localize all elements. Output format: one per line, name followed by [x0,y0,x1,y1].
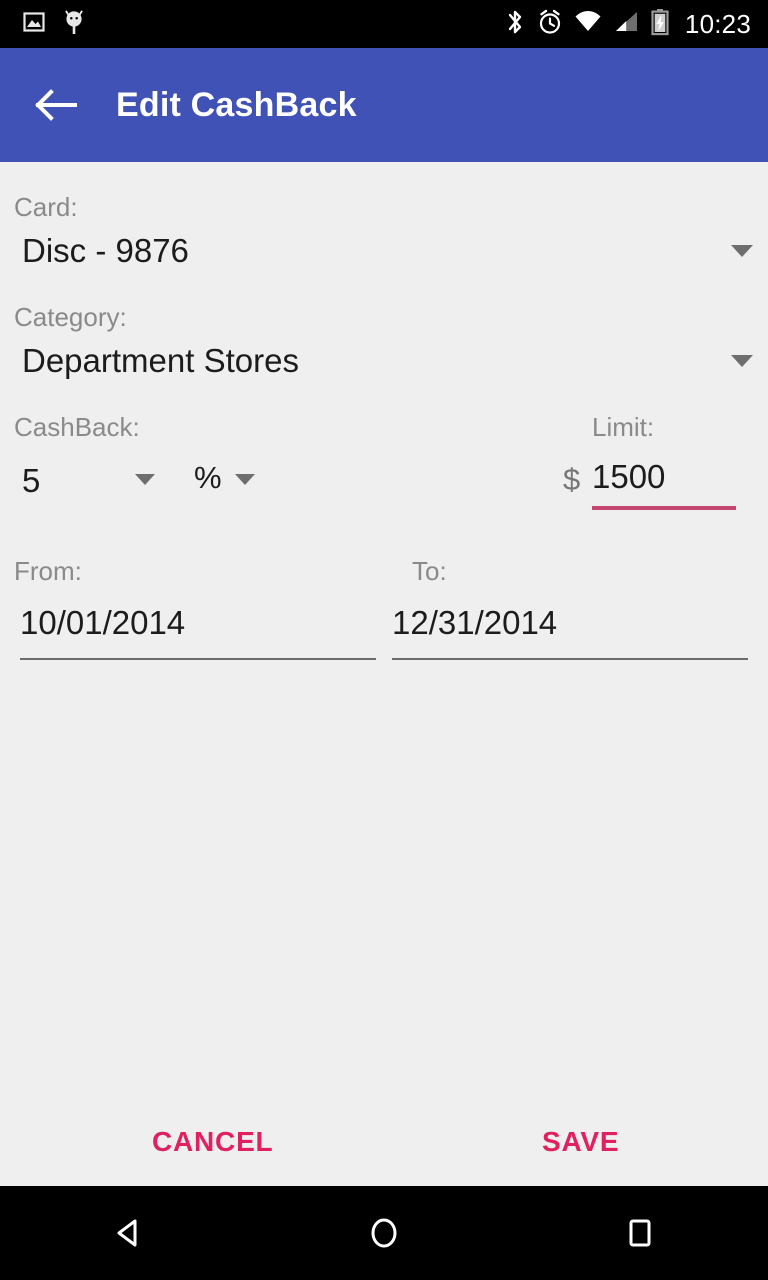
category-spinner-value[interactable]: Department Stores [22,344,299,377]
cashback-unit-spinner[interactable]: % [194,462,222,493]
nav-home-circle-icon [371,1218,397,1248]
category-label: Category: [14,302,127,332]
card-label: Card: [14,192,78,222]
to-label: To: [412,556,447,586]
status-bar: 10:23 [0,0,768,48]
cashback-value-spinner[interactable]: 5 [22,464,40,497]
to-date-input[interactable]: 12/31/2014 [392,606,557,639]
status-bar-left-icons [0,9,86,40]
from-label: From: [14,556,82,586]
to-input-underline [392,658,748,660]
wifi-icon [574,10,602,39]
bluetooth-icon [504,8,526,41]
cashback-label: CashBack: [14,412,140,442]
status-bar-clock: 10:23 [684,9,751,39]
from-date-input[interactable]: 10/01/2014 [20,606,185,639]
currency-symbol: $ [563,462,581,497]
limit-input[interactable]: 1500 [592,460,665,493]
page-title: Edit CashBack [116,85,357,124]
arrow-left-icon [35,89,77,121]
save-button[interactable]: SAVE [528,1118,633,1166]
cashback-unit-chevron-down-icon[interactable] [235,474,255,485]
from-input-underline [20,658,376,660]
cell-signal-icon [613,10,639,39]
limit-input-underline [592,506,736,510]
app-bar: Edit CashBack [0,48,768,162]
nav-home-button[interactable] [324,1186,444,1280]
nav-back-button[interactable] [68,1186,188,1280]
nav-back-triangle-icon [117,1219,137,1247]
status-bar-right-icons: 10:23 [504,8,768,41]
back-button[interactable] [28,77,84,133]
card-chevron-down-icon[interactable] [731,245,753,257]
category-chevron-down-icon[interactable] [731,355,753,367]
nav-recents-button[interactable] [580,1186,700,1280]
action-bar: CANCEL SAVE [0,1102,768,1172]
battery-charging-icon [650,8,670,41]
image-icon [22,10,46,39]
cashback-value-chevron-down-icon[interactable] [135,474,155,485]
limit-label: Limit: [592,412,655,442]
card-spinner-value[interactable]: Disc - 9876 [22,234,189,267]
alarm-icon [537,8,563,41]
phone-screen: 10:23 Edit CashBack Card: Disc - 9876 Ca… [0,0,768,1280]
nav-recents-square-icon [629,1219,651,1247]
cancel-button[interactable]: CANCEL [138,1118,287,1166]
android-debug-icon [62,9,86,40]
navigation-bar [0,1186,768,1280]
form-content: Card: Disc - 9876 Category: Department S… [0,162,768,1186]
